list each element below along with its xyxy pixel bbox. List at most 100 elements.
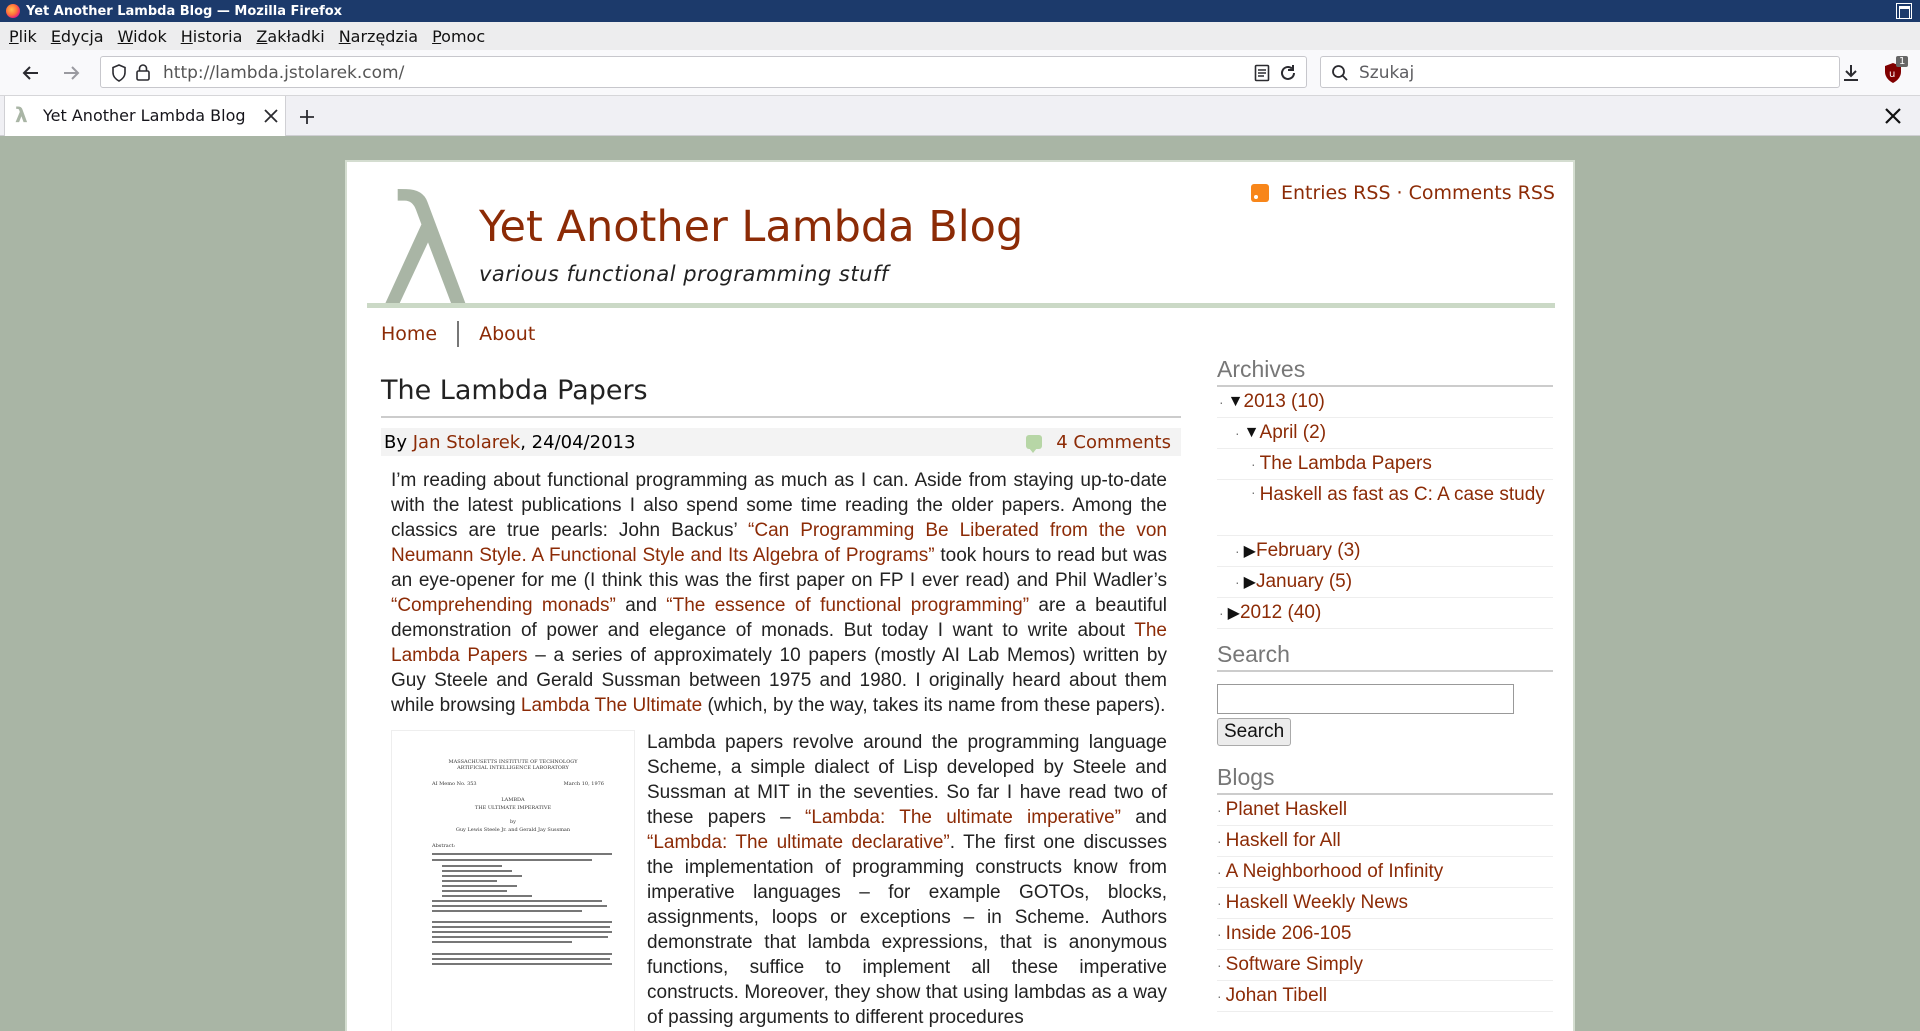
blogroll-link[interactable]: Haskell for All <box>1226 830 1341 852</box>
rss-separator: · <box>1390 182 1409 204</box>
post-paragraph-2-block: MASSACHUSETTS INSTITUTE OF TECHNOLOGY AR… <box>391 730 1167 1031</box>
paper-text-line <box>442 875 522 877</box>
bullet-icon: · <box>1217 833 1222 849</box>
search-bar[interactable]: Szukaj <box>1320 56 1840 88</box>
archive-link[interactable]: Haskell as fast as C: A case study <box>1260 484 1545 506</box>
blog-tagline: various functional programming stuff <box>479 262 889 286</box>
paper-text-line <box>442 895 532 897</box>
sidebar-search-input[interactable] <box>1217 684 1514 714</box>
url-text[interactable]: http://lambda.jstolarek.com/ <box>163 63 404 83</box>
shield-icon[interactable] <box>111 64 127 82</box>
archive-link[interactable]: 2012 (40) <box>1240 602 1321 624</box>
paragraph-1-link[interactable]: “The essence of functional programming” <box>666 595 1029 616</box>
downloads-button[interactable] <box>1836 58 1866 88</box>
reload-icon[interactable] <box>1278 63 1298 83</box>
maximize-button[interactable] <box>1896 3 1912 19</box>
url-bar[interactable]: http://lambda.jstolarek.com/ <box>100 56 1307 88</box>
bullet-icon: · <box>1235 425 1240 441</box>
collapse-triangle-icon[interactable]: ▼ <box>1228 393 1244 411</box>
blog-title[interactable]: Yet Another Lambda Blog <box>479 202 1023 252</box>
blogroll-link[interactable]: Planet Haskell <box>1226 799 1347 821</box>
blogroll-link[interactable]: Inside 206-105 <box>1226 923 1352 945</box>
menu-plik[interactable]: Plik <box>2 27 44 46</box>
expand-triangle-icon[interactable]: ▶ <box>1244 541 1256 561</box>
blogroll-item: · A Neighborhood of Infinity <box>1217 857 1553 888</box>
window-title: Yet Another Lambda Blog — Mozilla Firefo… <box>26 3 343 19</box>
bullet-icon: · <box>1217 957 1222 973</box>
blogroll-link[interactable]: Software Simply <box>1226 954 1363 976</box>
menu-historia[interactable]: Historia <box>174 27 250 46</box>
forward-button[interactable] <box>56 58 86 88</box>
post-comments: 4 Comments <box>1026 432 1171 453</box>
lambda-logo[interactable]: λ <box>381 172 470 332</box>
sidebar-search-button[interactable]: Search <box>1217 718 1292 746</box>
archive-link[interactable]: April (2) <box>1260 422 1327 444</box>
nav-home-link[interactable]: Home <box>381 323 437 345</box>
reader-view-icon[interactable] <box>1254 64 1270 82</box>
paper-date: March 10, 1976 <box>563 781 604 787</box>
paragraph-1-link[interactable]: Lambda The Ultimate <box>521 695 702 716</box>
archives-heading: Archives <box>1217 352 1553 387</box>
top-navigation: Home About <box>381 319 535 349</box>
nav-about-link[interactable]: About <box>479 323 535 345</box>
tab-bar: λ Yet Another Lambda Blog <box>0 96 1920 136</box>
blogroll-item: · Planet Haskell <box>1217 795 1553 826</box>
paper-title-1: LAMBDA <box>501 797 525 803</box>
lambda-paper-scan-image[interactable]: MASSACHUSETTS INSTITUTE OF TECHNOLOGY AR… <box>391 730 635 1031</box>
blogroll-link[interactable]: A Neighborhood of Infinity <box>1226 861 1444 883</box>
tab-yet-another-lambda-blog[interactable]: λ Yet Another Lambda Blog <box>4 96 286 136</box>
menu-edycja[interactable]: Edycja <box>44 27 111 46</box>
nav-divider <box>457 321 460 347</box>
menu-pomoc[interactable]: Pomoc <box>425 27 492 46</box>
search-heading: Search <box>1217 637 1553 672</box>
search-placeholder[interactable]: Szukaj <box>1359 63 1414 83</box>
menu-widok[interactable]: Widok <box>111 27 174 46</box>
blogroll-link[interactable]: Johan Tibell <box>1226 985 1327 1007</box>
bullet-icon: · <box>1217 895 1222 911</box>
post-author-link[interactable]: Jan Stolarek <box>413 432 521 453</box>
paper-text-line <box>442 880 497 882</box>
menu-narzedzia[interactable]: Narzędzia <box>332 27 425 46</box>
paragraph-2-link[interactable]: “Lambda: The ultimate imperative” <box>805 807 1121 828</box>
archive-link[interactable]: February (3) <box>1256 540 1361 562</box>
expand-triangle-icon[interactable]: ▶ <box>1228 603 1240 623</box>
post-paragraph-1: I’m reading about functional programming… <box>391 468 1167 718</box>
lock-icon[interactable] <box>135 63 151 82</box>
paper-text-line <box>432 853 612 855</box>
download-icon <box>1844 65 1858 81</box>
paper-title-2: THE ULTIMATE IMPERATIVE <box>474 805 552 811</box>
new-tab-icon[interactable] <box>298 108 316 126</box>
post-title[interactable]: The Lambda Papers <box>381 367 1181 418</box>
paper-text-line <box>442 890 507 892</box>
bullet-icon: · <box>1219 394 1224 410</box>
collapse-triangle-icon[interactable]: ▼ <box>1244 424 1260 442</box>
archive-item: · ▶ 2012 (40) <box>1217 598 1553 629</box>
paragraph-2-text: and <box>1121 807 1167 828</box>
comments-link[interactable]: 4 Comments <box>1056 432 1171 453</box>
ublock-button[interactable]: u 1 <box>1878 56 1909 88</box>
blogroll-link[interactable]: Haskell Weekly News <box>1226 892 1408 914</box>
paper-text-line <box>432 958 610 960</box>
archive-link[interactable]: 2013 (10) <box>1244 391 1325 413</box>
blogroll-item: · Haskell for All <box>1217 826 1553 857</box>
paper-abstract-label: Abstract: <box>432 843 456 849</box>
comments-rss-link[interactable]: Comments RSS <box>1409 182 1555 204</box>
expand-triangle-icon[interactable]: ▶ <box>1244 572 1256 592</box>
close-window-icon[interactable] <box>1884 107 1902 125</box>
tab-title: Yet Another Lambda Blog <box>43 106 246 125</box>
menu-zakladki[interactable]: Zakładki <box>249 27 331 46</box>
lambda-favicon-icon: λ <box>15 103 28 127</box>
entries-rss-link[interactable]: Entries RSS <box>1281 182 1391 204</box>
paper-text-line <box>432 931 612 933</box>
paragraph-2-link[interactable]: “Lambda: The ultimate declarative” <box>647 832 950 853</box>
archive-item: · The Lambda Papers <box>1217 449 1553 480</box>
archives-list: · ▼ 2013 (10) · ▼ April (2) · The Lambda Papers… <box>1217 387 1553 629</box>
post-meta: By Jan Stolarek , 24/04/2013 4 Comments <box>381 428 1181 456</box>
addon-badge: 1 <box>1896 56 1909 67</box>
archive-link[interactable]: January (5) <box>1256 571 1352 593</box>
back-button[interactable] <box>16 58 46 88</box>
bullet-icon: · <box>1235 543 1240 559</box>
tab-close-icon[interactable] <box>263 108 279 124</box>
paragraph-1-link[interactable]: “Comprehending monads” <box>391 595 616 616</box>
archive-link[interactable]: The Lambda Papers <box>1260 453 1432 475</box>
